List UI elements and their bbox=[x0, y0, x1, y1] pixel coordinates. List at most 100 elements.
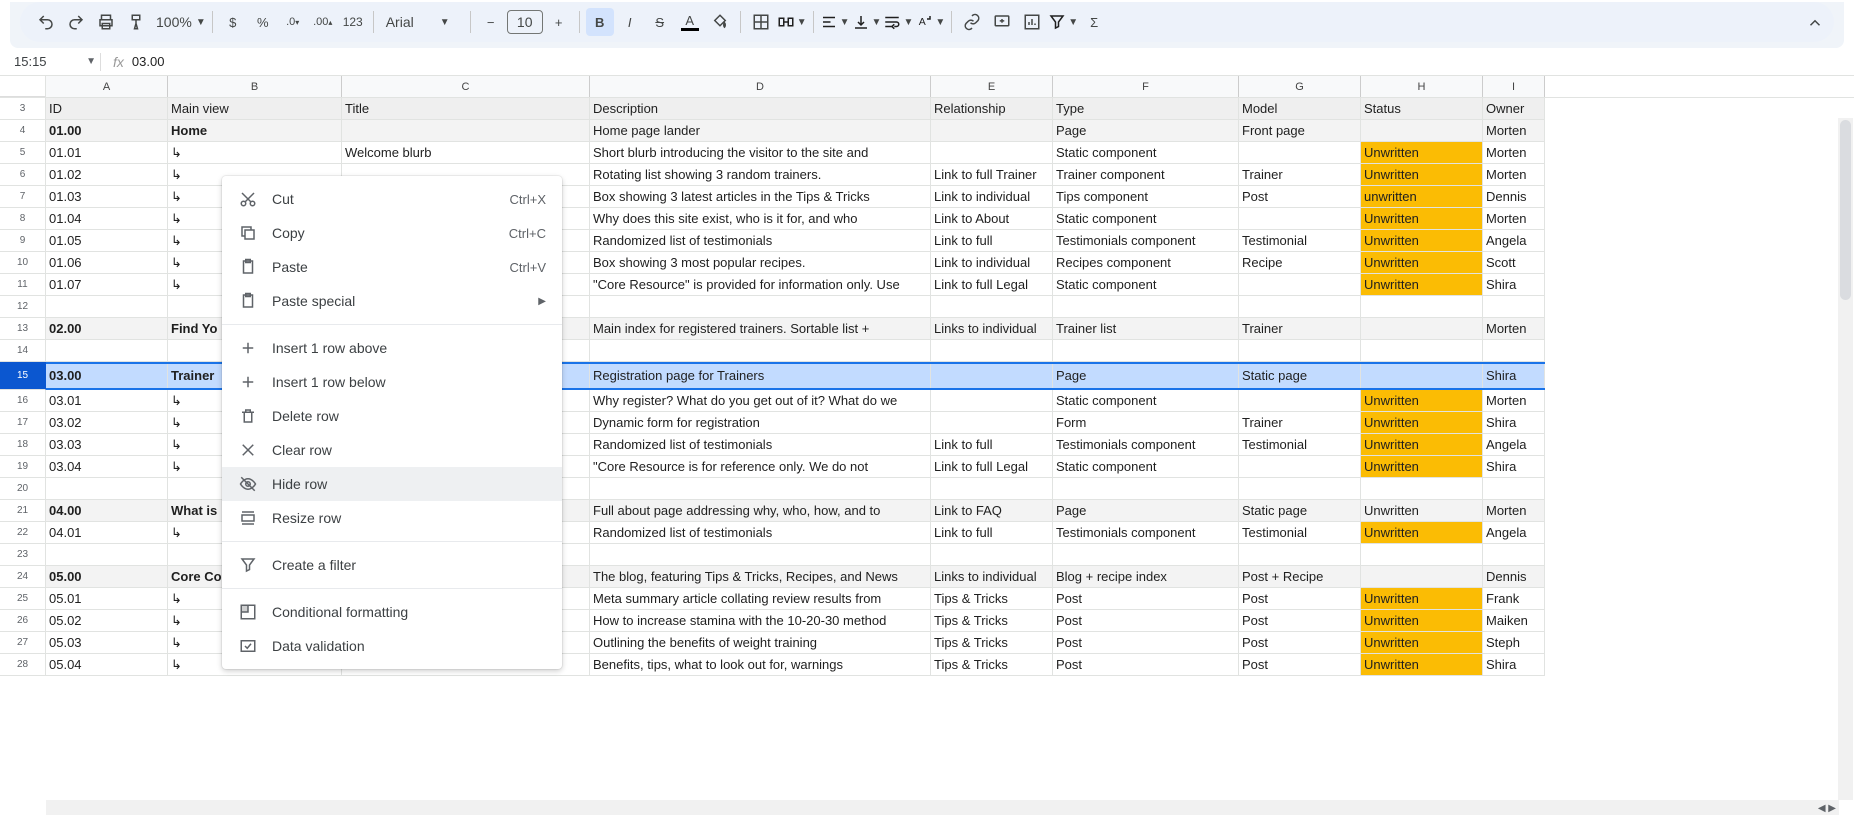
cell[interactable]: Post bbox=[1239, 610, 1361, 632]
cell[interactable]: Welcome blurb bbox=[342, 142, 590, 164]
cell[interactable]: Testimonials component bbox=[1053, 522, 1239, 544]
cell[interactable] bbox=[1053, 340, 1239, 362]
cell[interactable]: Links to individual bbox=[931, 566, 1053, 588]
cell[interactable]: Description bbox=[590, 98, 931, 120]
row-header-26[interactable]: 26 bbox=[0, 610, 46, 632]
cell[interactable]: Home page lander bbox=[590, 120, 931, 142]
cell[interactable]: Tips & Tricks bbox=[931, 654, 1053, 676]
row-header-12[interactable]: 12 bbox=[0, 296, 46, 318]
cell[interactable]: Post bbox=[1053, 588, 1239, 610]
cell[interactable]: Morten bbox=[1483, 318, 1545, 340]
cell[interactable] bbox=[1239, 274, 1361, 296]
cell[interactable] bbox=[1361, 362, 1483, 390]
cell[interactable] bbox=[1483, 478, 1545, 500]
cell[interactable]: Unwritten bbox=[1361, 434, 1483, 456]
cell[interactable]: Registration page for Trainers bbox=[590, 362, 931, 390]
row-header-22[interactable]: 22 bbox=[0, 522, 46, 544]
cell[interactable] bbox=[1239, 142, 1361, 164]
cell[interactable]: Outlining the benefits of weight trainin… bbox=[590, 632, 931, 654]
cell[interactable] bbox=[1361, 318, 1483, 340]
cell[interactable]: Unwritten bbox=[1361, 500, 1483, 522]
cell[interactable]: Recipe bbox=[1239, 252, 1361, 274]
strikethrough-button[interactable]: S bbox=[646, 8, 674, 36]
cell[interactable] bbox=[590, 296, 931, 318]
cell[interactable]: Maiken bbox=[1483, 610, 1545, 632]
cell[interactable] bbox=[590, 544, 931, 566]
cell[interactable]: Post bbox=[1239, 632, 1361, 654]
cell[interactable] bbox=[1361, 478, 1483, 500]
cell[interactable]: 03.02 bbox=[46, 412, 168, 434]
vertical-scrollbar[interactable] bbox=[1838, 118, 1853, 800]
row-header-13[interactable]: 13 bbox=[0, 318, 46, 340]
cell[interactable]: 01.00 bbox=[46, 120, 168, 142]
cell[interactable]: Link to full Legal bbox=[931, 456, 1053, 478]
formula-input[interactable]: 03.00 bbox=[132, 54, 165, 69]
cell[interactable]: ↳ bbox=[168, 142, 342, 164]
cell[interactable]: Dennis bbox=[1483, 186, 1545, 208]
cell[interactable] bbox=[46, 478, 168, 500]
cell[interactable]: Unwritten bbox=[1361, 522, 1483, 544]
column-header-C[interactable]: C bbox=[342, 76, 590, 97]
redo-button[interactable] bbox=[62, 8, 90, 36]
cell[interactable]: Tips & Tricks bbox=[931, 588, 1053, 610]
cell[interactable] bbox=[931, 412, 1053, 434]
row-header-16[interactable]: 16 bbox=[0, 390, 46, 412]
row-header-27[interactable]: 27 bbox=[0, 632, 46, 654]
cell[interactable]: Trainer bbox=[1239, 164, 1361, 186]
fill-color-button[interactable] bbox=[706, 8, 734, 36]
scrollbar-thumb[interactable] bbox=[1840, 120, 1851, 300]
cell[interactable] bbox=[1239, 296, 1361, 318]
cell[interactable]: Main index for registered trainers. Sort… bbox=[590, 318, 931, 340]
decrease-font-button[interactable]: − bbox=[477, 8, 505, 36]
increase-font-button[interactable]: + bbox=[545, 8, 573, 36]
cell[interactable]: Trainer bbox=[1239, 318, 1361, 340]
cell[interactable]: Link to individual bbox=[931, 252, 1053, 274]
cell[interactable]: Page bbox=[1053, 500, 1239, 522]
cell[interactable]: Model bbox=[1239, 98, 1361, 120]
cell[interactable]: Dynamic form for registration bbox=[590, 412, 931, 434]
cell[interactable]: Unwritten bbox=[1361, 142, 1483, 164]
row-header-8[interactable]: 8 bbox=[0, 208, 46, 230]
cell[interactable] bbox=[590, 478, 931, 500]
cell[interactable] bbox=[46, 340, 168, 362]
cell[interactable]: Owner bbox=[1483, 98, 1545, 120]
cell[interactable] bbox=[590, 340, 931, 362]
cell[interactable]: Tips component bbox=[1053, 186, 1239, 208]
column-header-D[interactable]: D bbox=[590, 76, 931, 97]
cell[interactable]: Main view bbox=[168, 98, 342, 120]
cell[interactable]: Randomized list of testimonials bbox=[590, 434, 931, 456]
row-header-23[interactable]: 23 bbox=[0, 544, 46, 566]
column-header-I[interactable]: I bbox=[1483, 76, 1545, 97]
cell[interactable]: Unwritten bbox=[1361, 588, 1483, 610]
cell[interactable] bbox=[931, 340, 1053, 362]
cell[interactable]: Unwritten bbox=[1361, 274, 1483, 296]
cell[interactable] bbox=[46, 296, 168, 318]
cell[interactable]: Post bbox=[1239, 186, 1361, 208]
cell[interactable] bbox=[1053, 544, 1239, 566]
cell[interactable]: Link to full Trainer bbox=[931, 164, 1053, 186]
cell[interactable]: Unwritten bbox=[1361, 654, 1483, 676]
currency-button[interactable]: $ bbox=[219, 8, 247, 36]
cell[interactable]: Link to individual bbox=[931, 186, 1053, 208]
cell[interactable]: Shira bbox=[1483, 274, 1545, 296]
menu-delete-row[interactable]: Delete row bbox=[222, 399, 562, 433]
wrap-button[interactable]: ▼ bbox=[883, 13, 913, 31]
cell[interactable]: Static component bbox=[1053, 142, 1239, 164]
cell[interactable]: Testimonial bbox=[1239, 522, 1361, 544]
cell[interactable]: Testimonials component bbox=[1053, 230, 1239, 252]
cell[interactable]: Form bbox=[1053, 412, 1239, 434]
cell[interactable]: Trainer list bbox=[1053, 318, 1239, 340]
cell[interactable]: Unwritten bbox=[1361, 412, 1483, 434]
cell[interactable] bbox=[931, 544, 1053, 566]
cell[interactable]: Front page bbox=[1239, 120, 1361, 142]
h-align-button[interactable]: ▼ bbox=[820, 13, 850, 31]
cell[interactable]: Morten bbox=[1483, 208, 1545, 230]
cell[interactable] bbox=[1483, 296, 1545, 318]
cell[interactable]: 05.04 bbox=[46, 654, 168, 676]
toolbar-expand-button[interactable] bbox=[1806, 14, 1824, 32]
cell[interactable]: Post bbox=[1239, 654, 1361, 676]
cell[interactable]: 01.06 bbox=[46, 252, 168, 274]
cell[interactable] bbox=[931, 120, 1053, 142]
cell[interactable]: Box showing 3 latest articles in the Tip… bbox=[590, 186, 931, 208]
column-header-B[interactable]: B bbox=[168, 76, 342, 97]
